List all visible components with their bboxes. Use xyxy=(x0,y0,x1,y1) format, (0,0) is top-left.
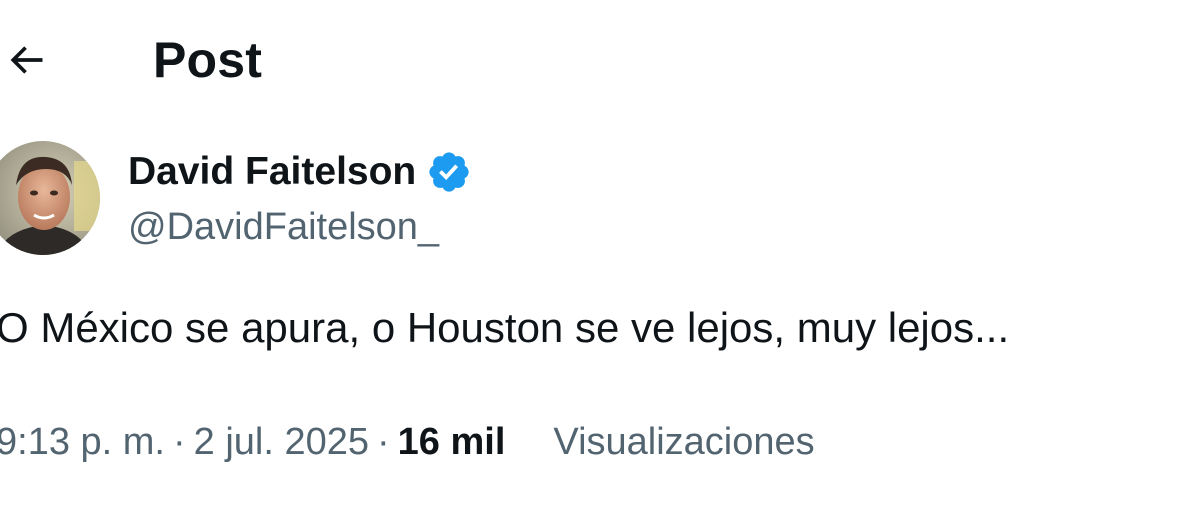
post-header: Post xyxy=(0,22,1200,98)
avatar-image xyxy=(0,141,100,255)
verified-badge-icon[interactable] xyxy=(426,149,472,195)
arrow-left-icon xyxy=(10,46,43,74)
views-label: Visualizaciones xyxy=(553,421,815,463)
page-title: Post xyxy=(153,32,263,88)
author-display-name[interactable]: David Faitelson xyxy=(128,148,416,196)
author-handle[interactable]: @DavidFaitelson_ xyxy=(128,203,439,251)
avatar[interactable] xyxy=(0,141,100,255)
meta-separator-2: · xyxy=(377,421,390,463)
author-name-row: David Faitelson xyxy=(128,146,472,198)
back-button[interactable] xyxy=(0,34,52,86)
post-page: Post David Faitelson @DavidFaitelson_ O … xyxy=(0,0,1200,514)
post-time[interactable]: 9:13 p. m. xyxy=(0,416,165,468)
meta-separator: · xyxy=(172,421,186,463)
post-text: O México se apura, o Houston se ve lejos… xyxy=(0,304,1010,351)
post-date[interactable]: 2 jul. 2025 xyxy=(194,416,369,468)
views-count: 16 mil xyxy=(397,421,506,463)
post-meta: 9:13 p. m. · 2 jul. 2025 · 16 mil Visual… xyxy=(0,416,815,468)
